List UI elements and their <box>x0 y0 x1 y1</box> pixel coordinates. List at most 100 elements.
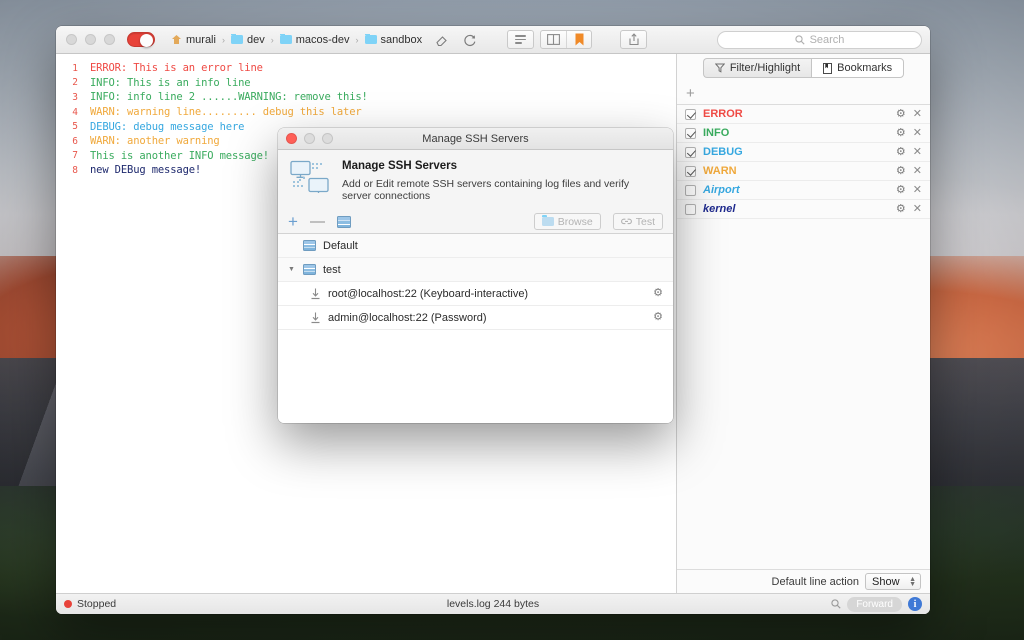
default-line-action-label: Default line action <box>772 576 859 588</box>
bookmark-row-airport[interactable]: Airport ⚙ ✕ <box>677 181 930 200</box>
server-group-label: test <box>323 264 341 276</box>
breadcrumb-item-murali[interactable]: murali <box>171 34 216 46</box>
share-button[interactable] <box>621 31 646 48</box>
breadcrumb-item-dev[interactable]: dev <box>231 34 265 46</box>
server-group-test[interactable]: ▼ test <box>278 258 673 282</box>
server-connection-row[interactable]: root@localhost:22 (Keyboard-interactive)… <box>278 282 673 306</box>
add-bookmark-button[interactable]: + <box>677 83 930 105</box>
right-sidebar: Filter/Highlight Bookmarks + <box>676 54 930 593</box>
bookmark-checkbox[interactable] <box>685 204 696 215</box>
minimize-button[interactable] <box>85 34 96 45</box>
close-button[interactable] <box>66 34 77 45</box>
gear-icon[interactable]: ⚙ <box>896 166 906 177</box>
gear-icon[interactable]: ⚙ <box>896 109 906 120</box>
remove-server-button[interactable]: — <box>310 214 325 229</box>
server-connection-label: admin@localhost:22 (Password) <box>328 312 646 324</box>
window-titlebar: murali › dev › macos-dev › sandbox › lev… <box>56 26 930 54</box>
gear-icon[interactable]: ⚙ <box>896 204 906 215</box>
close-icon[interactable]: ✕ <box>913 204 922 215</box>
log-line-text: DEBUG: debug message here <box>90 121 244 133</box>
disclosure-icon[interactable]: ▼ <box>288 266 296 273</box>
close-icon[interactable]: ✕ <box>913 109 922 120</box>
log-line-text: ERROR: This is an error line <box>90 62 263 74</box>
bookmark-label: kernel <box>703 203 889 215</box>
folder-icon <box>280 35 292 44</box>
log-line-text: INFO: This is an info line <box>90 77 250 89</box>
bookmark-checkbox[interactable] <box>685 166 696 177</box>
log-line[interactable]: 1 ERROR: This is an error line <box>56 61 676 76</box>
server-group-default[interactable]: Default <box>278 234 673 258</box>
wrap-lines-button[interactable] <box>508 31 533 48</box>
bookmark-row-info[interactable]: INFO ⚙ ✕ <box>677 124 930 143</box>
log-line-text: INFO: info line 2 ......WARNING: remove … <box>90 91 368 103</box>
server-icon[interactable] <box>337 216 351 228</box>
zoom-button[interactable] <box>104 34 115 45</box>
log-line-number: 1 <box>56 63 90 74</box>
bookmark-label: INFO <box>703 127 889 139</box>
default-line-action-select[interactable]: Show ▲▼ <box>865 573 921 590</box>
bookmark-label: WARN <box>703 165 889 177</box>
dialog-heading: Manage SSH Servers <box>342 160 661 172</box>
search-input[interactable]: Search <box>810 34 845 46</box>
dialog-close-button[interactable] <box>286 133 297 144</box>
gear-icon[interactable]: ⚙ <box>896 147 906 158</box>
bookmark-checkbox[interactable] <box>685 185 696 196</box>
tab-filter-highlight[interactable]: Filter/Highlight <box>703 58 811 78</box>
tab-label: Filter/Highlight <box>730 62 800 74</box>
tail-toggle-switch[interactable] <box>127 32 155 47</box>
log-line-number: 7 <box>56 150 90 161</box>
breadcrumb-label: murali <box>186 34 216 46</box>
bookmark-checkbox[interactable] <box>685 147 696 158</box>
breadcrumb-separator: › <box>222 35 225 45</box>
search-field[interactable]: Search <box>717 31 922 49</box>
split-view-button[interactable] <box>541 31 566 48</box>
bookmark-checkbox[interactable] <box>685 109 696 120</box>
dialog-header-text: Manage SSH Servers Add or Edit remote SS… <box>342 160 661 202</box>
breadcrumb: murali › dev › macos-dev › sandbox › lev… <box>171 34 425 46</box>
close-icon[interactable]: ✕ <box>913 128 922 139</box>
close-icon[interactable]: ✕ <box>913 185 922 196</box>
tab-label: Bookmarks <box>837 62 892 74</box>
bookmark-button[interactable] <box>566 31 591 48</box>
bookmark-row-kernel[interactable]: kernel ⚙ ✕ <box>677 200 930 219</box>
test-button[interactable]: Test <box>613 213 663 230</box>
status-indicator-dot <box>64 600 72 608</box>
bookmark-list: ERROR ⚙ ✕ INFO ⚙ ✕ DEBUG ⚙ ✕ <box>677 105 930 569</box>
breadcrumb-item-macos-dev[interactable]: macos-dev <box>280 34 350 46</box>
folder-icon <box>231 35 243 44</box>
breadcrumb-item-sandbox[interactable]: sandbox <box>365 34 423 46</box>
bookmark-row-warn[interactable]: WARN ⚙ ✕ <box>677 162 930 181</box>
clear-log-button[interactable] <box>431 30 453 49</box>
gear-icon[interactable]: ⚙ <box>896 185 906 196</box>
bookmark-row-error[interactable]: ERROR ⚙ ✕ <box>677 105 930 124</box>
gear-icon[interactable]: ⚙ <box>653 312 663 323</box>
close-icon[interactable]: ✕ <box>913 147 922 158</box>
log-line[interactable]: 3 INFO: info line 2 ......WARNING: remov… <box>56 90 676 105</box>
connection-icon <box>310 288 321 300</box>
close-icon[interactable]: ✕ <box>913 166 922 177</box>
dialog-minimize-button <box>304 133 315 144</box>
tab-bookmarks[interactable]: Bookmarks <box>811 58 904 78</box>
log-line[interactable]: 2 INFO: This is an info line <box>56 76 676 91</box>
add-server-button[interactable]: + <box>288 213 298 230</box>
folder-icon <box>365 35 377 44</box>
log-line-number: 4 <box>56 107 90 118</box>
add-bookmark-label: + <box>686 86 695 101</box>
window-traffic-lights <box>64 34 115 45</box>
status-left: Stopped <box>64 598 264 610</box>
info-button[interactable]: i <box>908 597 922 611</box>
toggle-knob <box>140 34 153 47</box>
bookmark-row-debug[interactable]: DEBUG ⚙ ✕ <box>677 143 930 162</box>
gear-icon[interactable]: ⚙ <box>896 128 906 139</box>
bookmark-checkbox[interactable] <box>685 128 696 139</box>
gear-icon[interactable]: ⚙ <box>653 288 663 299</box>
log-line[interactable]: 4 WARN: warning line......... debug this… <box>56 105 676 120</box>
server-connection-row[interactable]: admin@localhost:22 (Password) ⚙ <box>278 306 673 330</box>
browse-button[interactable]: Browse <box>534 213 601 230</box>
server-connection-label: root@localhost:22 (Keyboard-interactive) <box>328 288 646 300</box>
dialog-traffic-lights <box>286 133 333 144</box>
forward-button[interactable]: Forward <box>847 597 902 612</box>
reload-button[interactable] <box>459 30 481 49</box>
dialog-titlebar: Manage SSH Servers <box>278 128 673 150</box>
breadcrumb-separator: › <box>356 35 359 45</box>
